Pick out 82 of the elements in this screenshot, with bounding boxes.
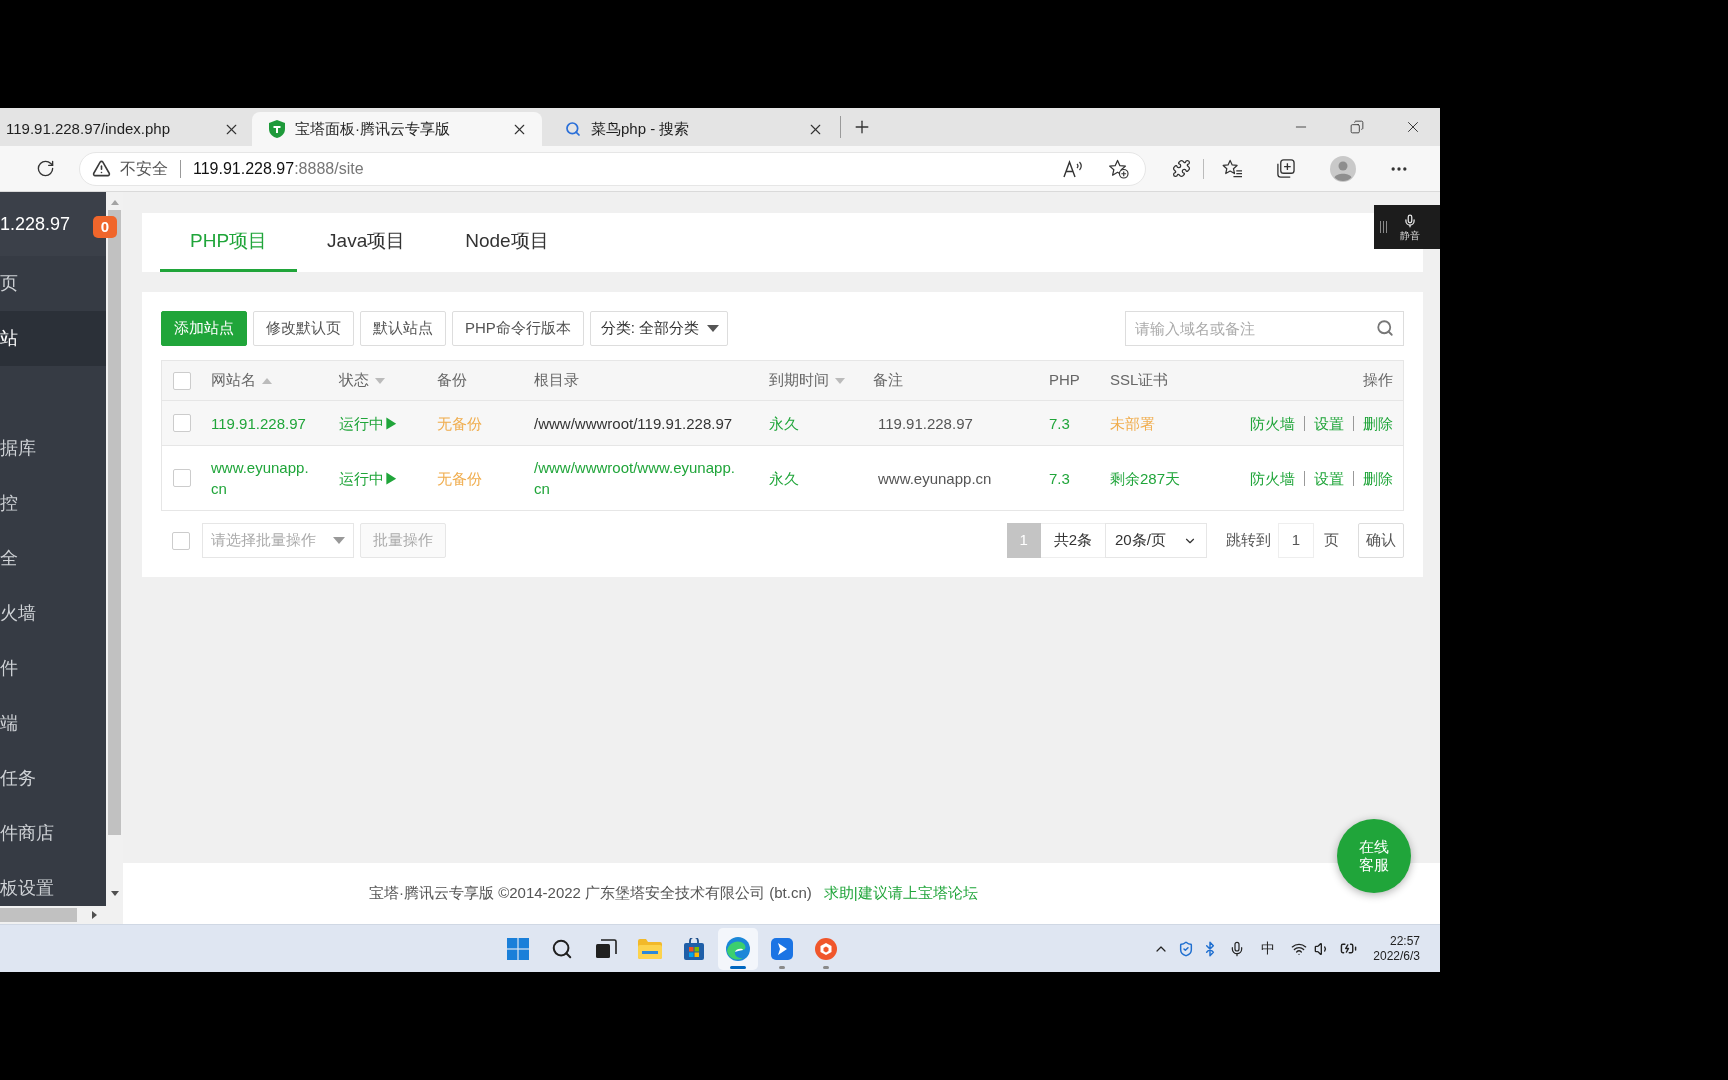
security-label: 不安全	[120, 158, 168, 179]
column-header: 根目录	[534, 370, 579, 391]
jump-label: 跳转到	[1226, 530, 1271, 551]
sidebar-item[interactable]: 据库	[0, 421, 106, 476]
total-count: 共2条	[1040, 523, 1105, 558]
collections-icon[interactable]	[1276, 159, 1295, 178]
category-select[interactable]: 分类: 全部分类	[589, 311, 729, 346]
sidebar-item[interactable]: 站	[0, 311, 106, 366]
sidebar-item[interactable]: 控	[0, 476, 106, 531]
column-header: 备注	[873, 370, 903, 391]
address-bar[interactable]: 不安全 119.91.228.97:8888/site	[79, 151, 1146, 186]
clock-time: 22:57	[1389, 933, 1420, 949]
task-view-icon	[595, 938, 617, 959]
read-aloud-icon[interactable]	[1063, 159, 1083, 178]
app-circle-icon	[815, 937, 837, 960]
sidebar-item[interactable]: 端	[0, 696, 106, 751]
search-icon	[551, 937, 573, 960]
scrollbar-thumb[interactable]	[0, 908, 77, 922]
page-input[interactable]: 1	[1278, 523, 1314, 558]
server-address: 1.228.97	[0, 212, 71, 236]
browser-tab[interactable]: 菜鸟php - 搜索	[548, 112, 838, 146]
column-header: 操作	[1363, 370, 1393, 391]
search-icon[interactable]	[1376, 319, 1394, 337]
toolbar-button[interactable]: 修改默认页	[253, 311, 354, 346]
caret-icon	[707, 325, 720, 332]
warning-icon	[92, 159, 111, 178]
sidebar-item[interactable]: 页	[0, 256, 106, 311]
caret-icon	[333, 537, 345, 544]
sidebar-item[interactable]: 任务	[0, 751, 106, 806]
shopping-bag-icon	[683, 937, 705, 960]
column-header: 状态	[339, 370, 369, 391]
mute-label: 静音	[1400, 229, 1420, 241]
search-field[interactable]: 请输入域名或备注	[1125, 311, 1404, 346]
toolbar-button[interactable]: PHP命令行版本	[452, 311, 584, 346]
checkbox[interactable]	[173, 469, 191, 487]
browser-icon	[726, 936, 750, 961]
column-header: 备份	[437, 370, 467, 391]
column-header: SSL证书	[1110, 370, 1169, 391]
column-header: 网站名	[211, 370, 256, 391]
toolbar-button[interactable]: 默认站点	[360, 311, 446, 346]
checkbox[interactable]	[173, 371, 191, 390]
refresh-icon[interactable]	[36, 159, 55, 178]
input-method-indicator[interactable]: 中	[1261, 938, 1276, 959]
page-unit: 页	[1324, 530, 1339, 551]
horizontal-scrollbar[interactable]	[0, 906, 123, 924]
add-favorite-icon[interactable]	[1108, 158, 1129, 179]
sidebar-item[interactable]: 板设置	[0, 861, 106, 906]
notification-badge: 0	[93, 216, 117, 238]
confirm-button[interactable]: 确认	[1358, 523, 1404, 558]
column-header: PHP	[1049, 370, 1080, 391]
extensions-icon[interactable]	[1172, 159, 1191, 178]
copyright-text: 宝塔·腾讯云专享版 ©2014-2022 广东堡塔安全技术有限公司 (bt.cn)	[369, 883, 812, 904]
browser-tab[interactable]: 119.91.228.97/index.php	[0, 112, 252, 146]
scroll-down-icon[interactable]	[110, 891, 119, 896]
shield-icon	[269, 120, 285, 138]
project-tab[interactable]: Node项目	[435, 213, 579, 272]
start-icon	[507, 937, 529, 960]
column-header: 到期时间	[769, 370, 829, 391]
search-icon	[565, 121, 581, 137]
project-tab[interactable]: Java项目	[297, 213, 436, 272]
avatar-icon[interactable]	[1330, 155, 1356, 182]
page-size-select[interactable]: 20条/页	[1105, 523, 1207, 558]
sidebar-item[interactable]: 件商店	[0, 806, 106, 861]
browser-tab[interactable]: 宝塔面板·腾讯云专享版	[252, 112, 542, 146]
favorites-icon[interactable]	[1222, 159, 1243, 178]
root-path-link[interactable]: /www/wwwroot/119.91.228.97	[534, 412, 739, 434]
address-text: 119.91.228.97:8888/site	[193, 158, 364, 179]
sidebar-item[interactable]: 全	[0, 531, 106, 586]
scrollbar-thumb[interactable]	[108, 210, 121, 835]
sidebar-item[interactable]: 火墙	[0, 586, 106, 641]
folder-icon	[638, 938, 662, 959]
scroll-right-icon[interactable]	[92, 911, 97, 919]
sidebar-item[interactable]: 件	[0, 641, 106, 696]
checkbox[interactable]	[173, 414, 191, 432]
shield-icon[interactable]	[1178, 940, 1195, 957]
note-text: 119.91.228.97	[878, 414, 973, 432]
restore-icon[interactable]	[1350, 120, 1364, 134]
app-tile-icon	[771, 937, 793, 960]
microphone-icon[interactable]	[1403, 213, 1417, 228]
note-text: www.eyunapp.cn	[878, 469, 992, 487]
clock-date: 2022/6/3	[1373, 948, 1420, 964]
grip-icon[interactable]	[1380, 221, 1387, 233]
